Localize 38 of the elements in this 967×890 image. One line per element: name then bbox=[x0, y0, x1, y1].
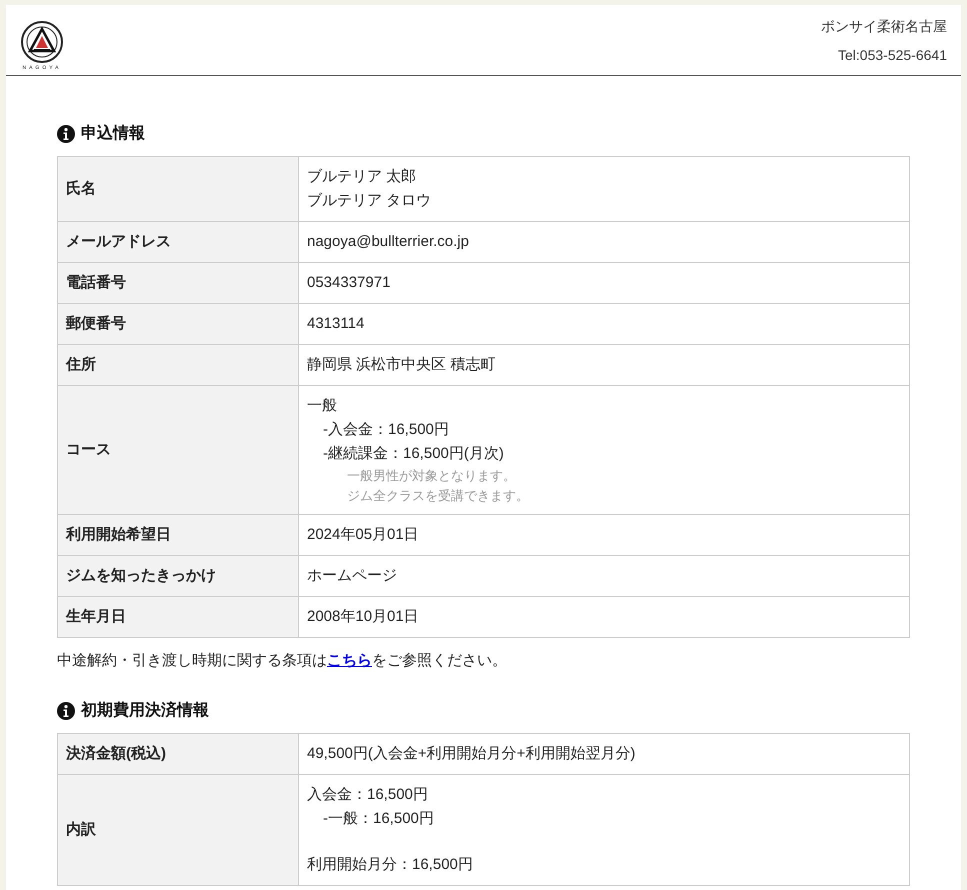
field-value: ホームページ bbox=[307, 566, 398, 586]
field-value: 利用開始月分：16,500円 bbox=[307, 854, 474, 874]
logo-emblem-icon bbox=[20, 20, 64, 64]
field-label: ジムを知ったきっかけ bbox=[58, 556, 298, 596]
field-label: メールアドレス bbox=[58, 222, 298, 262]
field-value: 2008年10月01日 bbox=[307, 607, 420, 627]
field-label: コース bbox=[58, 386, 298, 514]
field-value: -一般：16,500円 bbox=[322, 808, 435, 828]
field-label: 利用開始希望日 bbox=[58, 514, 298, 556]
field-value: -入会金：16,500円 bbox=[322, 420, 450, 440]
field-value: 一般 bbox=[307, 396, 338, 416]
phone-number: Tel:053-525-6641 bbox=[838, 46, 947, 65]
field-label: 郵便番号 bbox=[58, 304, 298, 344]
info-icon bbox=[57, 702, 75, 720]
field-value: 2024年05月01日 bbox=[307, 525, 420, 545]
gym-name: ボンサイ柔術名古屋 bbox=[821, 17, 947, 36]
field-label: 住所 bbox=[58, 344, 298, 386]
section-title: 初期費用決済情報 bbox=[81, 700, 209, 720]
field-value: -継続課金：16,500円(月次) bbox=[322, 444, 505, 464]
section-title: 申込情報 bbox=[81, 123, 145, 144]
terms-notice: 中途解約・引き渡し時期に関する条項はこちら をご参照ください。 bbox=[57, 651, 508, 671]
field-label: 電話番号 bbox=[58, 262, 298, 304]
field-value: 49,500円(入会金+利用開始月分+利用開始翌月分) bbox=[307, 744, 636, 764]
field-label: 決済金額(税込) bbox=[58, 733, 298, 774]
field-value: nagoya@bullterrier.co.jp bbox=[307, 232, 470, 252]
field-label: 内訳 bbox=[58, 774, 298, 885]
info-icon bbox=[57, 125, 75, 143]
field-value: 4313114 bbox=[307, 314, 366, 334]
field-value: ブルテリア 太郎 bbox=[307, 167, 418, 187]
field-value: 静岡県 浜松市中央区 積志町 bbox=[307, 355, 496, 375]
field-label: 氏名 bbox=[58, 156, 298, 222]
field-value: 入会金：16,500円 bbox=[307, 784, 429, 804]
field-value: 0534337971 bbox=[307, 273, 392, 293]
field-value: ブルテリア タロウ bbox=[307, 191, 432, 211]
course-note: ジム全クラスを受講できます。 bbox=[346, 487, 530, 505]
course-note: 一般男性が対象となります。 bbox=[346, 467, 517, 485]
field-label: 生年月日 bbox=[58, 596, 298, 638]
terms-link[interactable]: こちら bbox=[327, 652, 372, 669]
